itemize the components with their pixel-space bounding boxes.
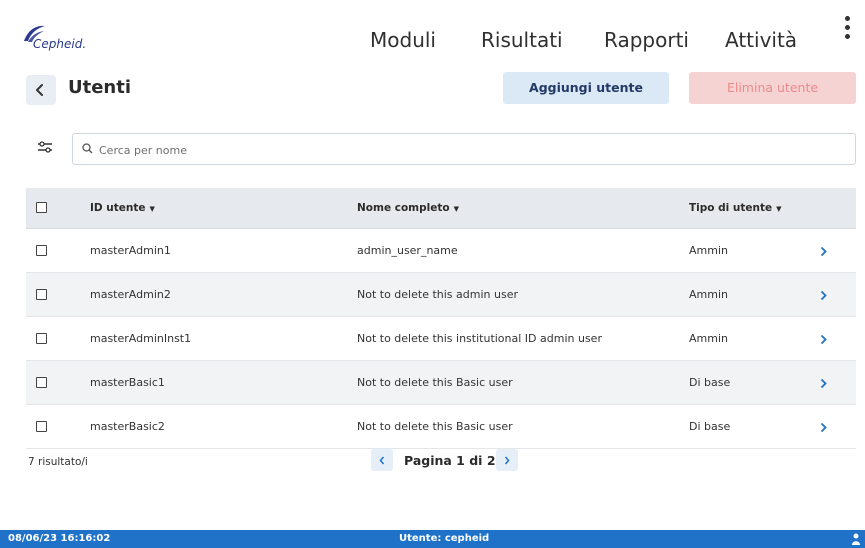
status-bar: 08/06/23 16:16:02 Utente: cepheid — [0, 530, 865, 548]
kebab-menu-icon[interactable] — [842, 16, 852, 46]
next-page-icon — [504, 456, 510, 465]
result-count: 7 risultato/i — [28, 456, 88, 468]
cell-full-name: Not to delete this admin user — [357, 288, 518, 301]
column-header-full-name[interactable]: Nome completo ▼ — [357, 188, 459, 229]
search-icon — [82, 143, 93, 154]
column-header-user-type[interactable]: Tipo di utente ▼ — [689, 188, 782, 229]
search-input[interactable] — [97, 139, 841, 161]
search-box — [72, 133, 856, 165]
cell-full-name: Not to delete this Basic user — [357, 420, 513, 433]
cell-user-type: Di base — [689, 420, 731, 433]
next-page-button[interactable] — [496, 449, 518, 471]
chevron-right-icon[interactable] — [820, 334, 827, 345]
pagination-label: Pagina 1 di 2 — [404, 453, 496, 468]
back-arrow-icon — [36, 84, 43, 96]
table-row[interactable]: masterAdmin1 admin_user_name Ammin — [26, 229, 856, 273]
sort-caret-icon: ▼ — [776, 205, 782, 213]
column-header-label: ID utente — [90, 202, 146, 214]
nav-rapporti[interactable]: Rapporti — [604, 28, 689, 52]
sort-caret-icon: ▼ — [453, 205, 459, 213]
prev-page-icon — [379, 456, 385, 465]
back-button[interactable] — [26, 75, 56, 105]
chevron-right-icon[interactable] — [820, 422, 827, 433]
chevron-right-icon[interactable] — [820, 246, 827, 257]
cell-full-name: admin_user_name — [357, 244, 458, 257]
chevron-right-icon[interactable] — [820, 378, 827, 389]
cell-user-type: Di base — [689, 376, 731, 389]
cell-user-id: masterAdmin1 — [90, 244, 171, 257]
column-header-label: Tipo di utente — [689, 202, 773, 214]
cell-user-id: masterBasic2 — [90, 420, 165, 433]
cell-user-id: masterAdminInst1 — [90, 332, 192, 345]
row-checkbox[interactable] — [36, 333, 47, 344]
table-row[interactable]: masterAdmin2 Not to delete this admin us… — [26, 273, 856, 317]
chevron-right-icon[interactable] — [820, 290, 827, 301]
cepheid-logo: Cepheid. — [22, 24, 112, 58]
cell-full-name: Not to delete this institutional ID admi… — [357, 332, 602, 345]
row-checkbox[interactable] — [36, 421, 47, 432]
add-user-button[interactable]: Aggiungi utente — [503, 72, 669, 104]
sort-caret-icon: ▼ — [149, 205, 155, 213]
nav-risultati[interactable]: Risultati — [481, 28, 563, 52]
row-checkbox[interactable] — [36, 377, 47, 388]
cell-user-id: masterAdmin2 — [90, 288, 171, 301]
row-checkbox[interactable] — [36, 245, 47, 256]
nav-attivita[interactable]: Attività — [725, 28, 797, 52]
status-indicator-icon — [852, 533, 860, 545]
users-table: ID utente ▼ Nome completo ▼ Tipo di utente… — [26, 188, 856, 449]
prev-page-button[interactable] — [371, 449, 393, 471]
cell-user-id: masterBasic1 — [90, 376, 165, 389]
filter-sliders-icon[interactable] — [38, 141, 52, 153]
select-all-checkbox[interactable] — [36, 202, 47, 213]
cell-user-type: Ammin — [689, 244, 728, 257]
delete-user-button: Elimina utente — [689, 72, 856, 104]
table-row[interactable]: masterAdminInst1 Not to delete this inst… — [26, 317, 856, 361]
status-datetime: 08/06/23 16:16:02 — [8, 533, 111, 544]
column-header-user-id[interactable]: ID utente ▼ — [90, 188, 155, 229]
column-header-label: Nome completo — [357, 202, 450, 214]
cell-full-name: Not to delete this Basic user — [357, 376, 513, 389]
nav-moduli[interactable]: Moduli — [370, 28, 436, 52]
table-row[interactable]: masterBasic2 Not to delete this Basic us… — [26, 405, 856, 449]
cell-user-type: Ammin — [689, 332, 728, 345]
row-checkbox[interactable] — [36, 289, 47, 300]
table-row[interactable]: masterBasic1 Not to delete this Basic us… — [26, 361, 856, 405]
page-title: Utenti — [68, 77, 132, 98]
table-header-row: ID utente ▼ Nome completo ▼ Tipo di utente… — [26, 188, 856, 229]
cell-user-type: Ammin — [689, 288, 728, 301]
logo-text: Cepheid. — [33, 37, 87, 51]
status-user: Utente: cepheid — [399, 533, 490, 544]
top-header: Cepheid. Moduli Risultati Rapporti Attiv… — [0, 0, 865, 66]
